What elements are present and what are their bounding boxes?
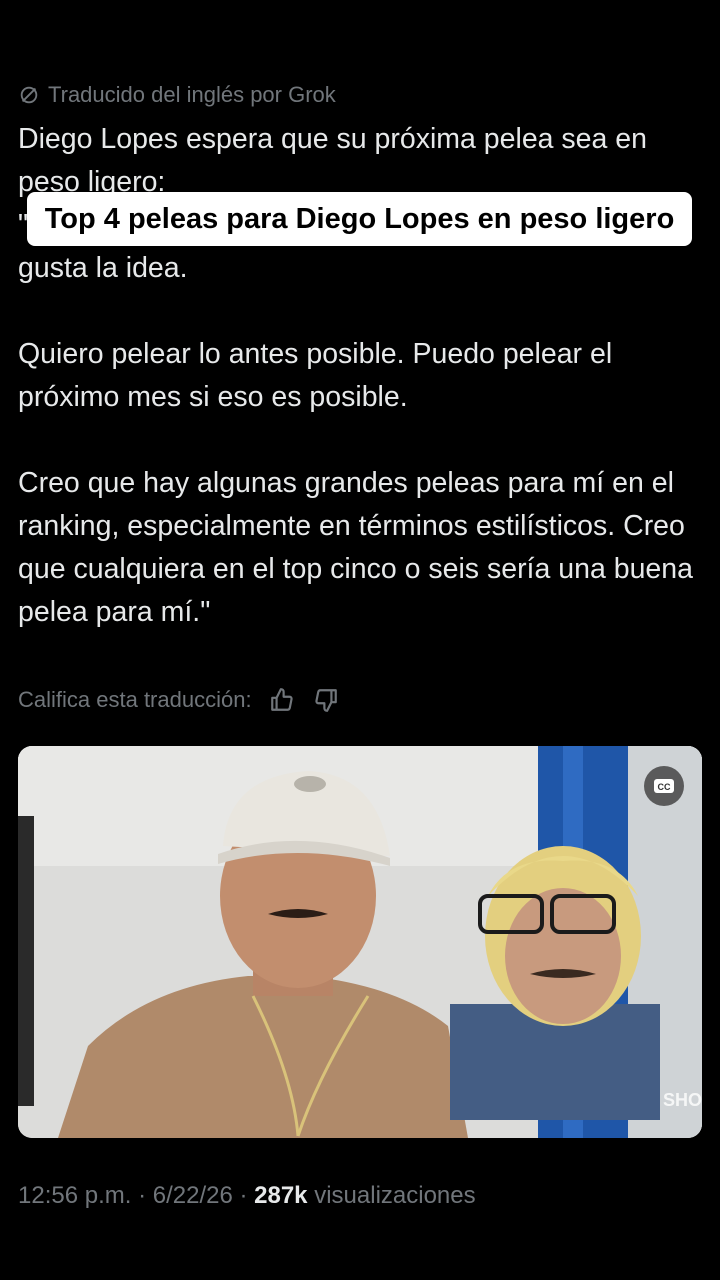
svg-text:SHOW: SHOW (663, 1090, 702, 1110)
thumbs-up-icon (270, 688, 293, 711)
svg-text:CC: CC (658, 782, 671, 792)
tweet-time: 12:56 p.m. (18, 1182, 132, 1209)
translate-icon (20, 86, 38, 104)
translation-note-text: Traducido del inglés por Grok (48, 82, 336, 107)
tweet-date: 6/22/26 (152, 1182, 233, 1209)
tweet-line-1: Diego Lopes espera que su próxima pelea … (18, 123, 648, 155)
tweet-meta: 12:56 p.m. · 6/22/26 · 287k visualizacio… (18, 1182, 476, 1209)
rate-translation-label: Califica esta traducción: (18, 687, 252, 712)
video-title-overlay: Top 4 peleas para Diego Lopes en peso li… (27, 192, 692, 246)
tweet-quote-3: Creo que hay algunas grandes peleas para… (18, 467, 693, 628)
tweet-quote-2: Quiero pelear lo antes posible. Puedo pe… (18, 338, 613, 413)
captions-button[interactable]: CC (644, 766, 684, 806)
thumbs-down-icon (314, 689, 337, 712)
thumbs-up-button[interactable] (268, 686, 296, 714)
thumbs-down-button[interactable] (312, 686, 340, 714)
captions-icon: CC (654, 779, 674, 793)
views-label: visualizaciones (314, 1182, 476, 1209)
rate-translation: Califica esta traducción: (18, 686, 340, 714)
video-frame: SHOW (18, 746, 702, 1138)
translation-note: Traducido del inglés por Grok (18, 82, 336, 108)
video-player[interactable]: SHOW CC (18, 746, 702, 1138)
views-count: 287k (254, 1182, 308, 1209)
